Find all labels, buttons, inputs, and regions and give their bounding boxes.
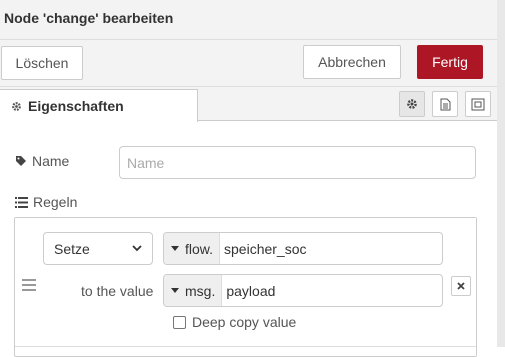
document-icon [440,98,451,111]
name-label: Name [15,153,69,169]
rule-action-select[interactable]: Setze [43,232,153,265]
scrollbar[interactable] [497,0,505,347]
gear-icon [11,101,22,112]
source-type-label: msg. [185,282,216,299]
appearance-tab-button[interactable] [465,91,491,117]
drag-handle-icon[interactable] [22,279,36,291]
frame-icon [471,98,485,111]
cancel-button[interactable]: Abbrechen [303,45,401,79]
tab-label: Eigenschaften [28,98,124,114]
chevron-down-icon [132,245,142,252]
rules-label-text: Regeln [33,194,78,210]
target-value[interactable]: speicher_soc [220,233,307,264]
name-label-text: Name [32,153,70,169]
target-type-label: flow. [185,240,214,257]
tab-properties[interactable]: Eigenschaften [0,89,198,122]
source-value[interactable]: payload [222,275,275,306]
deep-copy-option[interactable]: Deep copy value [173,314,296,330]
to-the-value-label: to the value [81,283,154,299]
close-icon [457,282,465,290]
caret-down-icon [171,288,179,293]
delete-button[interactable]: Löschen [1,46,83,80]
target-property-input[interactable]: flow. speicher_soc [163,232,443,265]
target-type-selector[interactable]: flow. [164,233,221,264]
dialog-title: Node 'change' bearbeiten [4,10,174,26]
description-tab-button[interactable] [432,91,458,117]
done-button[interactable]: Fertig [417,45,483,79]
caret-down-icon [171,246,179,251]
rule-action-value: Setze [54,240,90,257]
delete-rule-button[interactable] [451,276,471,296]
gear-icon [406,98,418,110]
tag-icon [15,155,27,167]
source-type-selector[interactable]: msg. [164,275,223,306]
list-icon [15,196,28,208]
settings-tab-button[interactable] [399,91,425,117]
deep-copy-label: Deep copy value [192,314,297,330]
name-input[interactable] [119,146,476,179]
source-value-input[interactable]: msg. payload [163,274,443,307]
deep-copy-checkbox[interactable] [173,315,186,329]
rules-label: Regeln [15,194,77,210]
